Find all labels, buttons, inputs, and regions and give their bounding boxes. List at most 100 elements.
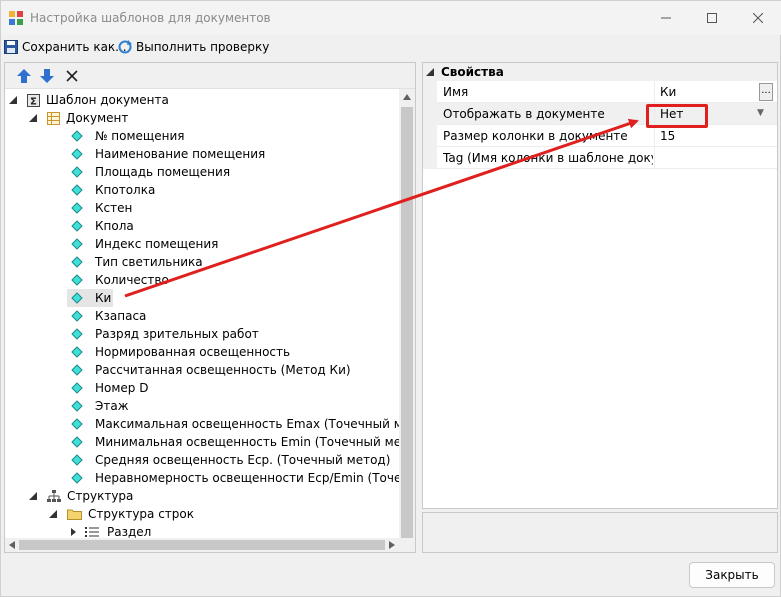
save-as-button[interactable]: Сохранить как... (4, 38, 127, 56)
tree-item-column[interactable]: Кзапаса (71, 307, 148, 325)
tree-label-root: Шаблон документа (46, 93, 169, 107)
tree-item-column[interactable]: Тип светильника (71, 253, 205, 271)
collapse-category-icon (426, 68, 434, 76)
property-description-panel (422, 512, 778, 553)
property-row-name[interactable]: Имя Ки ... (423, 81, 777, 103)
tree-item-column[interactable]: Нормированная освещенность (71, 343, 292, 361)
hierarchy-icon (47, 489, 61, 502)
tree-item-label: Кзапаса (95, 309, 147, 323)
tree-item-column[interactable]: Индекс помещения (71, 235, 220, 253)
tree-item-label: Рассчитанная освещенность (Метод Ки) (95, 363, 351, 377)
diamond-icon (71, 454, 83, 466)
tree-label-document: Документ (66, 111, 129, 125)
app-icon (9, 11, 23, 25)
tree-horizontal-scrollbar[interactable] (5, 538, 399, 552)
tree-item-column[interactable]: Неравномерность освещенности Eср/Emin (Т… (71, 469, 399, 487)
property-value[interactable]: 15 (660, 129, 675, 143)
folder-icon (67, 509, 82, 520)
property-category[interactable]: Свойства (423, 63, 777, 81)
arrow-down-icon (40, 69, 54, 83)
scroll-right-icon (389, 541, 395, 549)
tree-item-label: Кстен (95, 201, 133, 215)
list-icon (85, 527, 99, 537)
tree-node-document[interactable]: Документ (29, 109, 130, 127)
window-title: Настройка шаблонов для документов (30, 11, 271, 25)
minimize-icon (661, 17, 671, 19)
property-row-tag[interactable]: Tag (Имя колонки в шаблоне документа) (423, 147, 777, 169)
tree-item-column[interactable]: Номер D (71, 379, 150, 397)
tree-item-column[interactable]: Минимальная освещенность Emin (Точечный … (71, 433, 399, 451)
vertical-scroll-thumb[interactable] (401, 107, 413, 538)
annotation-highlight-box (646, 104, 708, 128)
tree-item-column[interactable]: Количество (71, 271, 171, 289)
arrow-up-icon (17, 69, 31, 83)
tree-label-row-structure: Структура строк (88, 507, 195, 521)
table-document-icon (47, 111, 60, 125)
main-toolbar: Сохранить как... Выполнить проверку (1, 35, 781, 59)
expander-collapsed-icon (71, 528, 76, 536)
save-as-label: Сохранить как... (22, 40, 127, 54)
chevron-down-icon[interactable]: ▼ (757, 108, 764, 118)
property-value[interactable]: Ки (660, 85, 676, 99)
ellipsis-button[interactable]: ... (759, 83, 773, 101)
minimize-button[interactable] (643, 1, 689, 35)
diamond-icon (71, 382, 83, 394)
tree-item-column[interactable]: Разряд зрительных работ (71, 325, 261, 343)
tree-label-section: Раздел (107, 525, 152, 538)
move-up-button[interactable] (15, 67, 33, 85)
property-name: Имя (443, 85, 469, 99)
tree-vertical-scrollbar[interactable] (399, 89, 415, 538)
tree-item-label: Кпола (95, 219, 134, 233)
tree-node-root[interactable]: Σ Шаблон документа (9, 91, 171, 109)
run-check-button[interactable]: Выполнить проверку (118, 38, 269, 56)
horizontal-scroll-thumb[interactable] (19, 540, 385, 550)
tree-item-label: № помещения (95, 129, 185, 143)
expander-expanded-icon (29, 492, 37, 500)
diamond-icon (71, 400, 83, 412)
tree-item-column[interactable]: Рассчитанная освещенность (Метод Ки) (71, 361, 353, 379)
diamond-icon (71, 274, 83, 286)
tree-node-row-structure[interactable]: Структура строк (49, 505, 196, 523)
diamond-icon (71, 220, 83, 232)
tree-item-column[interactable]: Кпола (71, 217, 136, 235)
tree-item-column[interactable]: Максимальная освещенность Emax (Точечный… (71, 415, 399, 433)
diamond-icon (71, 166, 83, 178)
diamond-icon (71, 436, 83, 448)
tree-node-structure[interactable]: Структура (29, 487, 135, 505)
tree-item-column[interactable]: Этаж (71, 397, 131, 415)
diamond-icon (71, 472, 83, 484)
delete-button[interactable] (63, 67, 81, 85)
property-row-column-size[interactable]: Размер колонки в документе 15 (423, 125, 777, 147)
tree-item-label: Неравномерность освещенности Eср/Emin (Т… (95, 471, 399, 485)
diamond-icon (71, 148, 83, 160)
tree-item-label: Минимальная освещенность Emin (Точечный … (95, 435, 399, 449)
tree-item-column[interactable]: Средняя освещенность Eср. (Точечный мето… (71, 451, 392, 469)
diamond-icon (71, 130, 83, 142)
svg-text:Σ: Σ (30, 96, 37, 107)
tree-item-label: Разряд зрительных работ (95, 327, 259, 341)
diamond-icon (71, 238, 83, 250)
template-tree: Σ Шаблон документа Документ № помещения Н… (5, 89, 399, 538)
dialog-window: Настройка шаблонов для документов Сохран… (0, 0, 781, 597)
tree-item-column[interactable]: Кстен (71, 199, 134, 217)
property-row-display[interactable]: Отображать в документе Нет ▼ (423, 103, 777, 125)
tree-item-label: Максимальная освещенность Emax (Точечный… (95, 417, 399, 431)
property-name: Размер колонки в документе (443, 129, 628, 143)
maximize-button[interactable] (689, 1, 735, 35)
tree-item-label: Нормированная освещенность (95, 345, 291, 359)
move-down-button[interactable] (38, 67, 56, 85)
tree-item-label: Средняя освещенность Eср. (Точечный мето… (95, 453, 391, 467)
tree-item-label: Количество (95, 273, 169, 287)
tree-item-label: Площадь помещения (95, 165, 231, 179)
tree-item-column[interactable]: Наименование помещения (71, 145, 267, 163)
close-window-button[interactable] (735, 1, 781, 35)
diamond-icon (71, 310, 83, 322)
title-bar: Настройка шаблонов для документов (1, 1, 781, 35)
close-button[interactable]: Закрыть (689, 562, 775, 588)
tree-item-column[interactable]: Площадь помещения (71, 163, 232, 181)
tree-node-section[interactable]: Раздел (69, 523, 153, 538)
tree-item-column[interactable]: № помещения (71, 127, 186, 145)
diamond-icon (71, 364, 83, 376)
tree-item-column[interactable]: Кпотолка (71, 181, 157, 199)
tree-item-column-selected[interactable]: Ки (67, 289, 114, 307)
